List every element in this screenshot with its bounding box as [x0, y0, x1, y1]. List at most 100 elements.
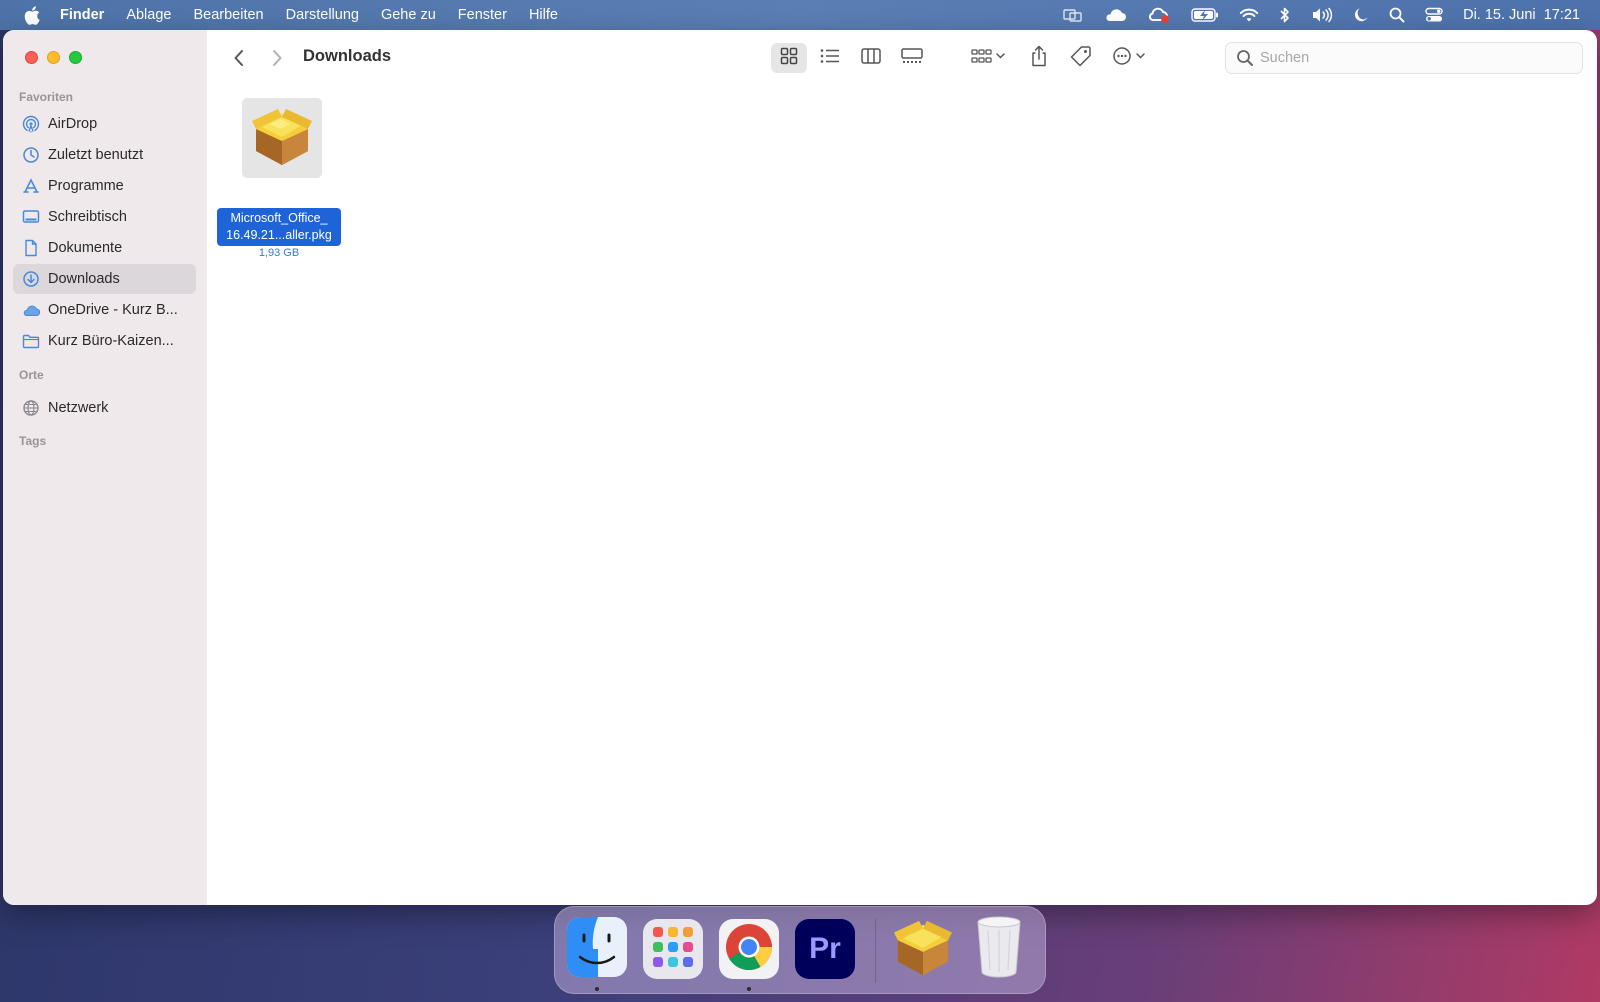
sidebar-item-label: Kurz Büro-Kaizen...	[48, 333, 174, 349]
gallery-icon	[901, 47, 923, 69]
share-button[interactable]	[1024, 43, 1054, 73]
dock-launchpad[interactable]	[643, 919, 703, 979]
battery-icon[interactable]	[1191, 8, 1219, 22]
control-center-icon[interactable]	[1425, 7, 1443, 23]
dock-premiere[interactable]: Pr	[795, 919, 855, 979]
zoom-button[interactable]	[69, 51, 82, 64]
view-columns-button[interactable]	[853, 43, 889, 73]
network-icon	[21, 398, 41, 418]
sidebar-item-downloads[interactable]: Downloads	[13, 264, 196, 294]
chrome-icon	[724, 922, 774, 977]
spotlight-search-icon[interactable]	[1389, 7, 1405, 23]
download-icon	[21, 269, 41, 289]
sidebar-item-label: Programme	[48, 178, 124, 194]
tag-icon	[1070, 45, 1092, 72]
package-icon	[892, 917, 954, 982]
screen-mirror-icon[interactable]	[1063, 7, 1083, 23]
sidebar-item-desktop[interactable]: Schreibtisch	[13, 202, 196, 232]
list-icon	[820, 48, 840, 69]
package-icon	[250, 105, 314, 172]
window-controls	[25, 51, 82, 64]
file-name-label[interactable]: Microsoft_Office_ 16.49.21...aller.pkg	[217, 208, 341, 246]
group-grid-icon	[971, 48, 1005, 69]
sidebar-item-documents[interactable]: Dokumente	[13, 233, 196, 263]
view-list-button[interactable]	[812, 43, 848, 73]
sidebar-item-label: AirDrop	[48, 116, 98, 132]
search-icon	[1236, 49, 1254, 67]
sidebar-section-favorites: Favoriten	[19, 90, 74, 104]
close-button[interactable]	[25, 51, 38, 64]
view-icons-button[interactable]	[771, 43, 807, 73]
menu-fenster[interactable]: Fenster	[458, 7, 507, 23]
apple-menu-icon[interactable]	[24, 5, 46, 25]
menu-bearbeiten[interactable]: Bearbeiten	[193, 7, 263, 23]
menu-ablage[interactable]: Ablage	[126, 7, 171, 23]
sidebar-item-label: Downloads	[48, 271, 120, 287]
sidebar-section-places: Orte	[19, 368, 44, 382]
toolbar: Downloads	[207, 30, 1597, 88]
dock-finder[interactable]	[567, 916, 627, 982]
window-title: Downloads	[303, 47, 392, 65]
menu-hilfe[interactable]: Hilfe	[529, 7, 558, 23]
menu-clock[interactable]: Di. 15. Juni 17:21	[1463, 7, 1580, 23]
trash-icon	[976, 916, 1022, 983]
columns-icon	[861, 47, 881, 69]
sidebar-item-onedrive[interactable]: OneDrive - Kurz B...	[13, 295, 196, 325]
more-actions-button[interactable]	[1110, 43, 1154, 73]
sidebar-section-tags: Tags	[19, 434, 47, 448]
group-by-button[interactable]	[965, 43, 1011, 73]
sidebar-item-label: Dokumente	[48, 240, 123, 256]
clock-icon	[21, 145, 41, 165]
cloud-icon	[21, 300, 41, 320]
grid-icon	[780, 47, 798, 70]
dock-separator	[875, 919, 876, 983]
sidebar-item-label: Zuletzt benutzt	[48, 147, 144, 163]
menu-bar: Finder Ablage Bearbeiten Darstellung Geh…	[0, 0, 1600, 30]
folder-icon	[21, 331, 41, 351]
search-input[interactable]	[1260, 50, 1560, 66]
finder-icon	[567, 916, 627, 982]
sidebar-item-label: OneDrive - Kurz B...	[48, 302, 178, 318]
menu-darstellung[interactable]: Darstellung	[286, 7, 359, 23]
menu-finder[interactable]: Finder	[60, 7, 104, 23]
icloud-icon[interactable]	[1103, 7, 1127, 23]
file-name-line: Microsoft_Office_	[230, 211, 328, 225]
menu-gehe-zu[interactable]: Gehe zu	[381, 7, 436, 23]
back-button[interactable]	[227, 46, 251, 70]
running-indicator	[595, 987, 599, 991]
dock-chrome[interactable]	[719, 919, 779, 979]
sidebar-item-airdrop[interactable]: AirDrop	[13, 109, 196, 139]
airdrop-icon	[21, 114, 41, 134]
desktop-icon	[21, 207, 41, 227]
finder-window: Favoriten AirDrop Zuletzt benutzt Progra…	[3, 30, 1597, 905]
search-field[interactable]	[1225, 42, 1583, 74]
sidebar-item-applications[interactable]: Programme	[13, 171, 196, 201]
bluetooth-icon[interactable]	[1279, 6, 1291, 24]
sidebar-item-label: Schreibtisch	[48, 209, 127, 225]
creative-cloud-icon[interactable]	[1147, 6, 1171, 24]
sidebar-item-network[interactable]: Netzwerk	[13, 393, 196, 423]
volume-icon[interactable]	[1311, 7, 1333, 23]
dock: Pr	[554, 906, 1046, 994]
file-name-line: 16.49.21...aller.pkg	[226, 228, 332, 242]
sidebar-item-kurz-folder[interactable]: Kurz Büro-Kaizen...	[13, 326, 196, 356]
sidebar-item-recents[interactable]: Zuletzt benutzt	[13, 140, 196, 170]
file-thumbnail[interactable]	[242, 98, 322, 178]
ellipsis-circle-icon	[1112, 46, 1152, 71]
share-icon	[1030, 45, 1048, 72]
sidebar-item-label: Netzwerk	[48, 400, 109, 416]
wifi-icon[interactable]	[1239, 7, 1259, 23]
dock-package-installer[interactable]	[893, 919, 953, 979]
sidebar: Favoriten AirDrop Zuletzt benutzt Progra…	[3, 30, 207, 905]
tag-button[interactable]	[1066, 43, 1096, 73]
focus-moon-icon[interactable]	[1353, 7, 1369, 23]
document-icon	[21, 238, 41, 258]
premiere-icon: Pr	[809, 932, 841, 965]
forward-button[interactable]	[265, 46, 289, 70]
view-gallery-button[interactable]	[894, 43, 930, 73]
running-indicator	[747, 987, 751, 991]
dock-trash[interactable]	[969, 916, 1029, 979]
minimize-button[interactable]	[47, 51, 60, 64]
file-size-label: 1,93 GB	[258, 247, 300, 259]
launchpad-icon	[651, 925, 695, 974]
